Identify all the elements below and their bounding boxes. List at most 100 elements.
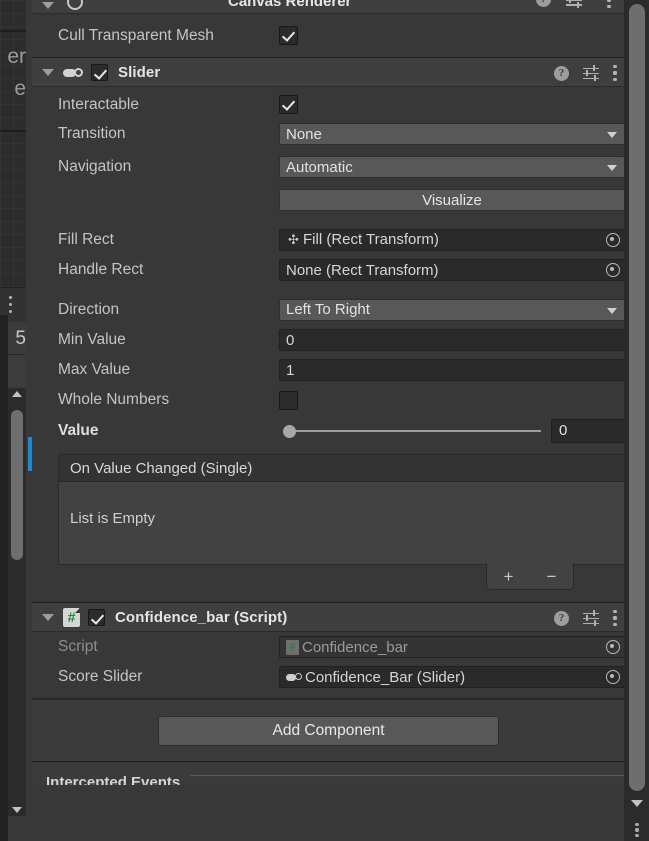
object-picker-icon[interactable] <box>606 670 620 684</box>
dropdown-direction[interactable]: Left To Right <box>279 298 625 321</box>
preset-icon[interactable] <box>583 65 599 81</box>
kebab-menu-icon[interactable] <box>635 823 639 837</box>
foldout-open-icon[interactable] <box>42 68 54 76</box>
component-header-slider[interactable]: Slider ? <box>32 57 625 87</box>
row-transition: Transition None <box>32 119 625 149</box>
checkbox-cull-transparent-mesh[interactable] <box>279 26 298 45</box>
label-fill-rect: Fill Rect <box>58 230 114 248</box>
on-value-changed-section: On Value Changed (Single) List is Empty … <box>32 446 625 591</box>
scroll-up-arrow-icon[interactable] <box>12 391 22 397</box>
checkbox-interactable[interactable] <box>279 95 298 114</box>
event-list-empty-text: List is Empty <box>70 510 156 527</box>
intercepted-events-title: Intercepted Events <box>46 774 181 785</box>
row-cull-transparent-mesh: Cull Transparent Mesh <box>32 14 625 57</box>
row-value: Value 0 <box>32 415 625 446</box>
component-header-canvas-renderer[interactable]: Canvas Renderer ? <box>32 0 625 14</box>
label-whole-numbers: Whole Numbers <box>58 391 170 408</box>
object-field-handle-rect-value: None (Rect Transform) <box>286 261 439 279</box>
scrollbar-thumb[interactable] <box>629 4 645 791</box>
row-max-value: Max Value 1 <box>32 355 625 385</box>
label-direction: Direction <box>58 300 120 318</box>
dropdown-navigation[interactable]: Automatic <box>279 156 625 178</box>
label-score-slider: Score Slider <box>58 668 143 685</box>
label-navigation: Navigation <box>58 158 132 175</box>
slider-handle[interactable] <box>283 424 296 438</box>
row-navigation: Navigation Automatic <box>32 149 625 185</box>
row-fill-rect: Fill Rect ✣ Fill (Rect Transform) <box>32 224 625 255</box>
scene-cut-text-1: er <box>7 46 26 67</box>
label-handle-rect: Handle Rect <box>58 261 144 278</box>
kebab-menu-icon[interactable] <box>607 0 611 8</box>
object-field-script: # Confidence_bar <box>279 636 625 658</box>
component-header-confidence-bar[interactable]: # Confidence_bar (Script) ? <box>32 602 625 632</box>
input-min-value[interactable]: 0 <box>279 329 625 351</box>
input-max-value[interactable]: 1 <box>279 359 625 381</box>
left-gutter-upper <box>0 315 8 388</box>
label-cull-transparent-mesh: Cull Transparent Mesh <box>58 26 214 44</box>
dropdown-transition[interactable]: None <box>279 123 625 145</box>
row-visualize: Visualize <box>32 185 625 215</box>
row-score-slider: Score Slider Confidence_Bar (Slider) <box>32 662 625 692</box>
slider-icon <box>63 67 83 78</box>
help-icon[interactable]: ? <box>536 0 551 7</box>
object-field-score-slider[interactable]: Confidence_Bar (Slider) <box>279 666 625 688</box>
dropdown-navigation-value: Automatic <box>286 158 353 176</box>
checkbox-confidence-bar-enabled[interactable] <box>88 608 105 626</box>
kebab-menu-icon <box>9 296 12 313</box>
inspector-panel: Canvas Renderer ? Cull Transparent Mesh … <box>32 0 625 841</box>
preset-icon[interactable] <box>583 610 599 626</box>
scroll-down-arrow-icon[interactable] <box>631 800 643 807</box>
input-value-number[interactable]: 0 <box>551 418 625 443</box>
kebab-menu-icon[interactable] <box>613 65 617 81</box>
canvas-renderer-icon <box>67 0 83 10</box>
event-list-header: On Value Changed (Single) <box>59 455 625 482</box>
help-icon[interactable]: ? <box>554 610 569 626</box>
preset-icon[interactable] <box>566 0 582 8</box>
intercepted-events-panel[interactable]: Intercepted Events <box>32 761 625 785</box>
slider-value-control[interactable] <box>279 420 541 442</box>
component-title-canvas-renderer: Canvas Renderer <box>228 0 352 10</box>
kebab-menu-icon[interactable] <box>613 610 617 626</box>
object-field-script-value: Confidence_bar <box>302 638 408 656</box>
row-direction: Direction Left To Right <box>32 294 625 325</box>
label-min-value: Min Value <box>58 331 126 348</box>
csharp-script-icon: # <box>63 607 80 627</box>
slider-track <box>289 429 541 432</box>
label-transition: Transition <box>58 125 126 142</box>
left-gutter-lower <box>0 388 8 841</box>
help-icon[interactable]: ? <box>554 65 569 81</box>
scroll-down-arrow-icon[interactable] <box>12 807 22 813</box>
scrollbar-thumb[interactable] <box>11 410 23 560</box>
add-component-button[interactable]: Add Component <box>158 715 499 746</box>
slider-icon <box>286 672 302 682</box>
event-list-box: On Value Changed (Single) List is Empty <box>58 454 625 565</box>
add-event-button[interactable]: + <box>504 568 514 585</box>
foldout-open-icon[interactable] <box>42 2 54 9</box>
object-picker-icon[interactable] <box>606 263 620 277</box>
event-list-body: List is Empty <box>59 482 625 564</box>
row-script: Script # Confidence_bar <box>32 632 625 662</box>
foldout-open-icon[interactable] <box>42 613 54 621</box>
label-value: Value <box>58 421 99 439</box>
dropdown-direction-value: Left To Right <box>286 301 370 318</box>
dropdown-transition-value: None <box>286 125 322 143</box>
row-min-value: Min Value 0 <box>32 325 625 355</box>
component-title-confidence-bar: Confidence_bar (Script) <box>115 608 288 626</box>
label-script: Script <box>58 638 98 655</box>
left-pane-scrollbar[interactable] <box>8 388 26 816</box>
visualize-button[interactable]: Visualize <box>279 189 625 211</box>
object-field-score-slider-value: Confidence_Bar (Slider) <box>305 668 466 686</box>
checkbox-slider-enabled[interactable] <box>91 63 108 81</box>
object-picker-icon[interactable] <box>606 640 620 654</box>
remove-event-button[interactable]: − <box>547 568 557 585</box>
inspector-scrollbar[interactable] <box>625 0 649 841</box>
scene-view-strip[interactable]: er e <box>0 0 26 315</box>
object-field-handle-rect[interactable]: None (Rect Transform) <box>279 259 625 281</box>
object-field-fill-rect-value: Fill (Rect Transform) <box>303 231 439 248</box>
object-field-fill-rect[interactable]: ✣ Fill (Rect Transform) <box>279 228 625 251</box>
object-picker-icon[interactable] <box>606 232 620 247</box>
csharp-script-icon: # <box>286 639 299 655</box>
checkbox-whole-numbers[interactable] <box>279 390 298 410</box>
add-component-area: Add Component <box>32 699 625 761</box>
chevron-down-icon <box>607 165 617 171</box>
